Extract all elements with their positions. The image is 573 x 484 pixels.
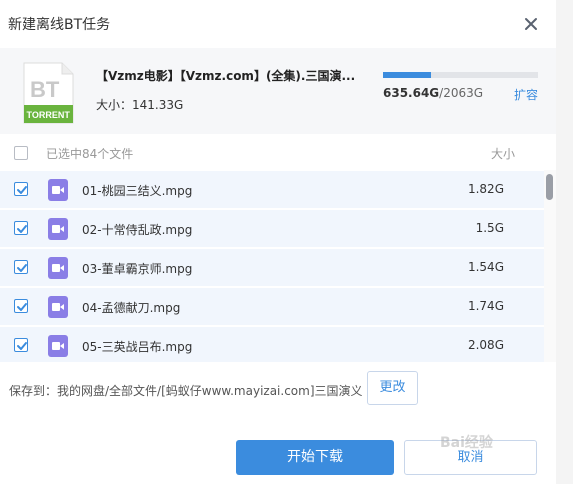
video-file-icon	[48, 335, 68, 357]
storage-usage-text: 635.64G/2063G	[383, 86, 483, 100]
file-checkbox[interactable]	[14, 182, 28, 196]
file-checkbox[interactable]	[14, 260, 28, 274]
file-row[interactable]: 03-董卓霸京师.mpg 1.54G	[0, 249, 544, 287]
file-name: 02-十常侍乱政.mpg	[82, 223, 193, 237]
svg-text:TORRENT: TORRENT	[27, 110, 71, 120]
file-row[interactable]: 05-三英战吕布.mpg 2.08G	[0, 327, 544, 362]
file-name: 03-董卓霸京师.mpg	[82, 262, 193, 276]
window-gutter	[556, 0, 573, 484]
svg-text:BT: BT	[30, 77, 60, 102]
close-icon	[525, 18, 537, 30]
storage-usage-fill	[383, 72, 431, 78]
file-size: 1.5G	[475, 221, 504, 235]
file-list-header: 已选中84个文件 大小	[0, 136, 556, 170]
file-row[interactable]: 04-孟德献刀.mpg 1.74G	[0, 288, 544, 326]
file-size: 1.74G	[467, 299, 504, 313]
file-checkbox[interactable]	[14, 221, 28, 235]
save-area: 保存到：我的网盘/全部文件/[蚂蚁仔www.mayizai.com]三国演义 更…	[0, 362, 556, 484]
start-download-button[interactable]: 开始下载	[236, 440, 394, 475]
file-checkbox[interactable]	[14, 299, 28, 313]
video-file-icon	[48, 257, 68, 279]
video-file-icon	[48, 296, 68, 318]
save-path: 保存到：我的网盘/全部文件/[蚂蚁仔www.mayizai.com]三国演义	[9, 384, 363, 398]
close-button[interactable]	[520, 13, 542, 35]
torrent-info: BT TORRENT 【Vzmz电影】【Vzmz.com】(全集).三国演...…	[0, 48, 556, 134]
file-checkbox[interactable]	[14, 338, 28, 352]
torrent-name: 【Vzmz电影】【Vzmz.com】(全集).三国演...	[96, 69, 356, 83]
torrent-file-icon: BT TORRENT	[22, 62, 74, 124]
selected-count: 已选中84个文件	[46, 147, 134, 161]
bt-task-dialog: 新建离线BT任务 BT TORRENT 【Vzmz电影】【Vzmz.com】(全…	[0, 0, 573, 484]
file-size: 2.08G	[467, 338, 504, 352]
video-file-icon	[48, 218, 68, 240]
file-name: 04-孟德献刀.mpg	[82, 301, 181, 315]
file-size: 1.82G	[467, 182, 504, 196]
expand-storage-link[interactable]: 扩容	[514, 86, 538, 103]
file-name: 05-三英战吕布.mpg	[82, 340, 193, 354]
file-row[interactable]: 01-桃园三结义.mpg 1.82G	[0, 171, 544, 209]
scrollbar-thumb[interactable]	[546, 174, 553, 200]
title-bar: 新建离线BT任务	[0, 0, 556, 48]
dialog-title: 新建离线BT任务	[8, 17, 111, 33]
storage-used: 635.64G	[383, 86, 440, 100]
file-size: 1.54G	[467, 260, 504, 274]
file-name: 01-桃园三结义.mpg	[82, 184, 193, 198]
change-path-button[interactable]: 更改	[367, 371, 418, 405]
watermark-logo: Bai经验	[440, 435, 493, 451]
torrent-size: 大小：141.33G	[96, 98, 184, 112]
storage-usage-bar	[383, 72, 538, 78]
file-list: 01-桃园三结义.mpg 1.82G 02-十常侍乱政.mpg 1.5G 03-董卓霸京…	[0, 170, 544, 362]
select-all-checkbox[interactable]	[14, 146, 28, 160]
storage-total: /2063G	[439, 86, 484, 100]
size-column-header: 大小	[491, 147, 516, 161]
file-row[interactable]: 02-十常侍乱政.mpg 1.5G	[0, 210, 544, 248]
video-file-icon	[48, 179, 68, 201]
